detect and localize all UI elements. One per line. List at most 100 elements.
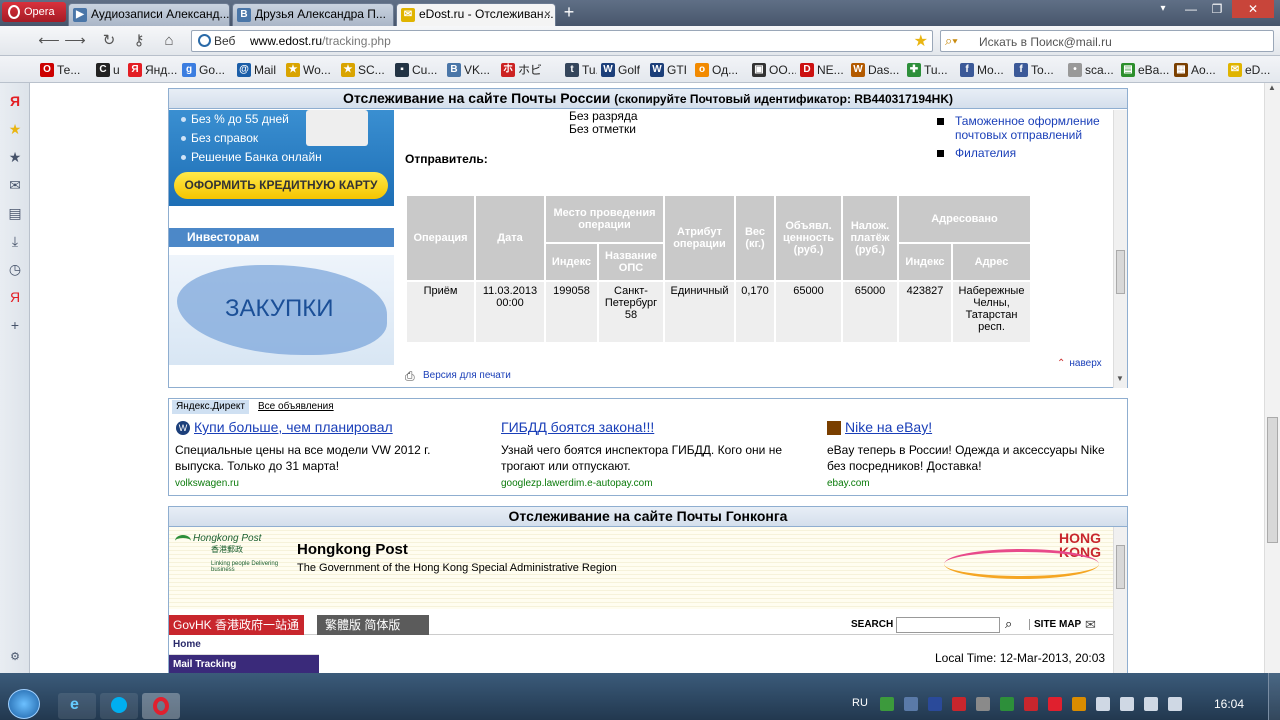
forward-button[interactable]: ⟶ — [64, 31, 86, 51]
scrollbar-thumb[interactable] — [1116, 250, 1125, 294]
tray-icon[interactable] — [1048, 697, 1062, 711]
skype-taskbar-button[interactable] — [100, 693, 138, 719]
frame-scrollbar[interactable]: ▼ — [1113, 110, 1127, 388]
page-scrollbar-thumb[interactable] — [1267, 417, 1278, 543]
tab-edost[interactable]: ✉ eDost.ru - Отслеживан... × — [396, 3, 556, 26]
bookmark-item[interactable]: D NE... — [798, 61, 847, 79]
power-icon[interactable] — [1168, 697, 1182, 711]
search-icon[interactable]: ⌕ — [1005, 616, 1012, 632]
reload-button[interactable]: ↻ — [98, 31, 120, 51]
bookmark-item[interactable]: ✚ Tu... — [905, 61, 956, 79]
opera-menu-button[interactable]: Opera — [2, 2, 66, 22]
bookmark-item[interactable]: W Das... — [849, 61, 903, 79]
url-text[interactable]: www.edost.ru/tracking.php — [250, 34, 391, 48]
ad-url-ebay[interactable]: ebay.com — [827, 478, 870, 489]
page-scrollbar[interactable]: ▲ — [1264, 83, 1280, 673]
bookmarks-star-icon[interactable]: ★ — [7, 121, 23, 137]
bookmark-item[interactable]: f To... — [1012, 61, 1064, 79]
language-switch[interactable]: 繁體版 简体版 — [317, 615, 429, 635]
bookmark-item[interactable]: ホホビ — [499, 61, 561, 79]
ad-url-vw[interactable]: volkswagen.ru — [175, 478, 239, 489]
tray-icon[interactable] — [952, 697, 966, 711]
tab-list-icon[interactable]: ▾ — [1150, 0, 1176, 18]
tray-icon[interactable] — [928, 697, 942, 711]
tray-icon[interactable] — [1024, 697, 1038, 711]
bookmark-item[interactable]: ▤ eBa... — [1119, 61, 1170, 79]
hk-frame-scrollbar[interactable] — [1113, 527, 1127, 673]
bookmark-item[interactable]: Cu — [94, 61, 124, 79]
close-window-button[interactable]: ✕ — [1232, 0, 1274, 18]
bookmark-item[interactable]: W Golf — [599, 61, 646, 79]
scrollbar-thumb[interactable] — [1116, 545, 1125, 589]
scroll-down-icon[interactable]: ▼ — [1116, 374, 1124, 383]
tray-icon[interactable] — [880, 697, 894, 711]
print-version-link[interactable]: ⎙ Версия для печати — [405, 369, 511, 383]
bookmark-item[interactable]: ▦ Ao... — [1172, 61, 1224, 79]
hongkong-post-logo[interactable]: Hongkong Post 香港郵政 Linking people Delive… — [175, 533, 285, 583]
bookmark-item[interactable]: @ Mail — [235, 61, 282, 79]
bookmark-item[interactable]: Я Янд... — [126, 61, 178, 79]
maximize-button[interactable]: ❐ — [1204, 0, 1230, 18]
bookmark-item[interactable]: ★ Wo... — [284, 61, 337, 79]
hk-menu-home[interactable]: Home — [169, 635, 319, 655]
ad-title-gibdd[interactable]: ГИБДД боятся закона!!! — [501, 419, 654, 435]
yandex-direct-label[interactable]: Яндекс.Директ — [172, 400, 249, 414]
history-icon[interactable]: ◷ — [7, 261, 23, 277]
back-button[interactable]: ⟵ — [38, 31, 60, 51]
mail-panel-icon[interactable]: ✉ — [7, 177, 23, 193]
panel-settings-icon[interactable]: ⚙ — [7, 649, 23, 665]
bookmark-item[interactable]: B VK... — [445, 61, 497, 79]
bookmark-item[interactable]: tTu... — [563, 61, 597, 79]
credit-card-button[interactable]: ОФОРМИТЬ КРЕДИТНУЮ КАРТУ — [174, 172, 388, 199]
hk-search-input[interactable] — [896, 617, 1000, 633]
tray-icon[interactable] — [976, 697, 990, 711]
show-desktop-button[interactable] — [1268, 673, 1280, 720]
purchases-banner[interactable]: ЗАКУПКИ — [169, 255, 394, 365]
credit-card-ad[interactable]: Без % до 55 дней Без справок Решение Бан… — [169, 110, 394, 206]
ie-taskbar-button[interactable]: e — [58, 693, 96, 719]
network-icon[interactable] — [1096, 697, 1110, 711]
notes-icon[interactable]: ▤ — [7, 205, 23, 221]
bookmark-star-icon[interactable]: ★ — [914, 31, 928, 51]
bookmark-item[interactable]: о Од... — [693, 61, 748, 79]
volume-icon[interactable] — [1120, 697, 1134, 711]
favorites-icon[interactable]: ★ — [7, 149, 23, 165]
bookmark-item[interactable]: ✉ eD... — [1226, 61, 1278, 79]
tray-icon[interactable] — [1072, 697, 1086, 711]
downloads-icon[interactable]: ⤓ — [7, 233, 23, 249]
ad-title-ebay[interactable]: Nike на eBay! — [845, 419, 932, 435]
yandex-icon[interactable]: Я — [7, 93, 23, 109]
investors-link[interactable]: Инвесторам — [169, 228, 394, 247]
bookmark-item[interactable]: ▪ Cu... — [393, 61, 443, 79]
start-button[interactable] — [8, 689, 40, 719]
url-field[interactable]: Веб www.edost.ru/tracking.php ★ — [191, 30, 933, 52]
scroll-up-icon[interactable]: ▲ — [1268, 83, 1276, 92]
tray-icon[interactable] — [1000, 697, 1014, 711]
ad-title-vw[interactable]: Купи больше, чем планировал — [194, 419, 393, 435]
home-button[interactable]: ⌂ — [158, 31, 180, 51]
minimize-button[interactable]: — — [1178, 0, 1204, 18]
search-icon[interactable]: ⌕▾ — [945, 33, 958, 49]
yandex-panel-icon[interactable]: Я — [7, 289, 23, 305]
philately-link[interactable]: Филателия — [935, 146, 1105, 160]
bookmark-item[interactable]: W GTI — [648, 61, 691, 79]
ad-url-gibdd[interactable]: googlezp.lawerdim.e-autopay.com — [501, 478, 653, 489]
bookmark-item[interactable]: g Go... — [180, 61, 233, 79]
govhk-link[interactable]: GovHK 香港政府一站通 — [169, 615, 304, 635]
customs-link[interactable]: Таможенное оформление почтовых отправлен… — [935, 114, 1105, 142]
tab-audio[interactable]: ▶ Аудиозаписи Александ... — [68, 3, 230, 26]
web-badge[interactable]: Веб — [196, 33, 240, 49]
hk-menu-mail-tracking[interactable]: Mail Tracking — [169, 655, 319, 673]
bookmark-item[interactable]: f Mo... — [958, 61, 1010, 79]
sitemap-link[interactable]: SITE MAP — [1029, 619, 1081, 630]
language-indicator[interactable]: RU — [852, 697, 868, 709]
back-to-top-link[interactable]: ⌃ наверх — [1057, 358, 1102, 369]
mail-icon[interactable]: ✉ — [1085, 617, 1096, 633]
taskbar-clock[interactable]: 16:04 — [1214, 697, 1244, 711]
close-tab-icon[interactable]: × — [544, 4, 551, 25]
tray-icon[interactable] — [904, 697, 918, 711]
add-panel-icon[interactable]: + — [7, 317, 23, 333]
key-icon[interactable]: ⚷ — [128, 31, 150, 51]
bookmark-item[interactable]: ▣ OO... — [750, 61, 796, 79]
search-field[interactable]: ⌕▾ Искать в Поиск@mail.ru — [940, 30, 1274, 52]
